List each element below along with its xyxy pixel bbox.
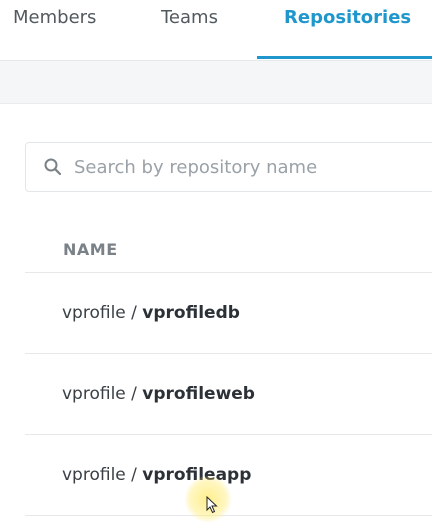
repository-namespace: vprofile / — [62, 465, 143, 485]
tab-repositories-label: Repositories — [284, 7, 412, 28]
repository-name[interactable]: vprofile / vprofileweb — [62, 384, 255, 404]
tab-teams[interactable]: Teams — [161, 0, 218, 60]
tab-bar: Members Teams Repositories — [0, 0, 432, 61]
repository-repo: vprofileweb — [142, 384, 255, 404]
search-input[interactable] — [74, 143, 432, 191]
active-tab-indicator — [257, 56, 432, 59]
repository-namespace: vprofile / — [62, 384, 143, 404]
repository-table: NAME vprofile / vprofiledb vprofile / vp… — [25, 212, 432, 516]
repository-name[interactable]: vprofile / vprofileapp — [62, 465, 251, 485]
table-row[interactable]: vprofile / vprofiledb — [25, 273, 432, 354]
table-row[interactable]: vprofile / vprofileapp — [25, 435, 432, 516]
repository-repo: vprofiledb — [142, 303, 240, 323]
search-icon — [44, 158, 62, 176]
page: Members Teams Repositories NAME vprofile… — [0, 0, 432, 526]
tab-repositories[interactable]: Repositories — [257, 0, 432, 60]
column-header-name[interactable]: NAME — [63, 240, 118, 259]
repository-name[interactable]: vprofile / vprofiledb — [62, 303, 240, 323]
tab-members-label: Members — [13, 7, 97, 28]
search-box[interactable] — [25, 142, 432, 192]
table-row[interactable]: vprofile / vprofileweb — [25, 354, 432, 435]
toolbar-band — [0, 61, 432, 104]
table-header: NAME — [25, 212, 432, 273]
tab-teams-label: Teams — [161, 7, 218, 28]
repository-repo: vprofileapp — [142, 465, 252, 485]
repository-namespace: vprofile / — [62, 303, 143, 323]
tab-members[interactable]: Members — [13, 0, 96, 60]
